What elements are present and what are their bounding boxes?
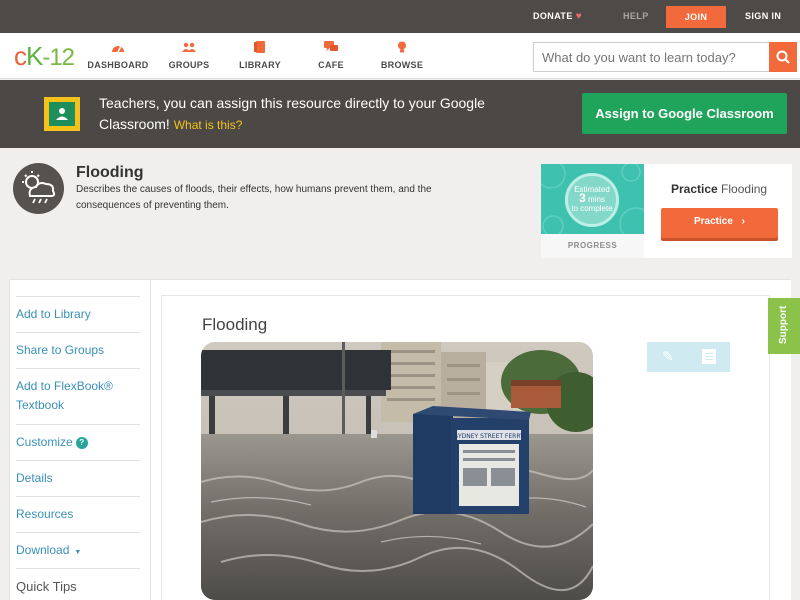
help-link[interactable]: HELP xyxy=(623,0,649,33)
nav-browse[interactable]: BROWSE xyxy=(367,41,437,70)
nav-label: LIBRARY xyxy=(239,60,281,70)
donate-link[interactable]: DONATE ♥ xyxy=(533,0,582,33)
practice-title: Practice Flooding xyxy=(671,182,767,196)
groups-icon xyxy=(182,42,196,52)
content-title: Flooding xyxy=(202,315,268,334)
search-button[interactable] xyxy=(769,42,797,72)
customize-label: Customize xyxy=(16,435,73,449)
sidebar-item-quick-tips[interactable]: Quick Tips xyxy=(16,568,140,596)
minutes-label: mins xyxy=(588,195,605,204)
flooding-photo: SYDNEY STREET FERRY xyxy=(201,342,593,600)
practice-button-label: Practice xyxy=(693,216,733,227)
estimated-minutes: 3 xyxy=(579,191,586,205)
top-utility-bar: DONATE ♥ HELP JOIN SIGN IN xyxy=(0,0,800,33)
logo-12: -12 xyxy=(42,44,75,71)
google-classroom-text: Teachers, you can assign this resource d… xyxy=(99,95,485,132)
support-label: Support xyxy=(778,305,789,344)
library-icon xyxy=(254,41,265,53)
practice-prefix: Practice xyxy=(671,182,718,196)
pencil-icon[interactable]: ✎ xyxy=(662,348,676,364)
logo-c: c xyxy=(14,41,27,71)
google-classroom-icon xyxy=(44,97,80,131)
main-nav: cK-12 DASHBOARD GROUPS LIBRARY CAFE BROW… xyxy=(0,33,800,79)
to-complete-label: to complete xyxy=(571,204,613,213)
search-icon xyxy=(776,50,790,64)
notes-icon[interactable] xyxy=(702,349,716,364)
nav-cafe[interactable]: CAFE xyxy=(296,41,366,70)
chevron-right-icon: › xyxy=(741,216,746,227)
concept-title: Flooding xyxy=(76,164,144,181)
sidebar-item-share-to-groups[interactable]: Share to Groups xyxy=(16,332,140,360)
sidebar-item-download[interactable]: Download ▼ xyxy=(16,532,140,562)
content-tools: ✎ xyxy=(647,342,730,372)
estimated-label: Estimated xyxy=(574,185,610,194)
practice-topic: Flooding xyxy=(721,182,768,196)
logo-k: K xyxy=(26,41,43,71)
concept-description: Describes the causes of floods, their ef… xyxy=(76,184,432,211)
flooding-weather-icon xyxy=(13,163,64,214)
browse-icon xyxy=(398,41,406,53)
nav-label: DASHBOARD xyxy=(87,60,149,70)
nav-label: BROWSE xyxy=(380,60,424,70)
help-icon[interactable]: ? xyxy=(75,436,88,449)
caret-down-icon: ▼ xyxy=(74,549,82,556)
heart-icon: ♥ xyxy=(575,11,583,22)
search-input[interactable] xyxy=(533,42,771,72)
practice-button[interactable]: Practice › xyxy=(661,208,778,238)
support-tab[interactable]: Support xyxy=(768,298,800,354)
nav-label: CAFE xyxy=(318,60,344,70)
nav-label: GROUPS xyxy=(168,60,210,70)
dashboard-icon xyxy=(112,45,124,53)
what-is-this-link[interactable]: What is this? xyxy=(174,118,243,132)
ferry-sign-text: SYDNEY STREET FERRY xyxy=(454,433,524,440)
sidebar-item-customize[interactable]: Customize? xyxy=(16,424,140,452)
cafe-icon xyxy=(324,41,338,51)
ck12-logo[interactable]: cK-12 xyxy=(14,41,75,72)
resource-sidebar: Add to Library Share to Groups Add to Fl… xyxy=(9,279,151,600)
sign-in-link[interactable]: SIGN IN xyxy=(745,0,781,33)
estimated-time-badge: Estimated 3 mins to complete xyxy=(565,173,619,227)
progress-label: PROGRESS xyxy=(567,241,618,250)
sidebar-item-add-to-flexbook[interactable]: Add to FlexBook® Textbook xyxy=(16,368,140,415)
donate-label: DONATE xyxy=(533,11,573,21)
download-label: Download xyxy=(16,543,70,557)
sidebar-item-resources[interactable]: Resources xyxy=(16,496,140,524)
sidebar-item-add-to-library[interactable]: Add to Library xyxy=(16,296,140,324)
nav-library[interactable]: LIBRARY xyxy=(225,41,295,70)
progress-panel: Estimated 3 mins to complete PROGRESS xyxy=(541,164,644,258)
google-classroom-message: Teachers, you can assign this resource d… xyxy=(99,93,519,136)
assign-google-classroom-button[interactable]: Assign to Google Classroom xyxy=(582,93,787,134)
nav-groups[interactable]: GROUPS xyxy=(154,41,224,70)
sidebar-item-details[interactable]: Details xyxy=(16,460,140,488)
nav-dashboard[interactable]: DASHBOARD xyxy=(83,41,153,70)
practice-card: Estimated 3 mins to complete PROGRESS Pr… xyxy=(541,164,792,258)
join-button[interactable]: JOIN xyxy=(666,6,726,28)
